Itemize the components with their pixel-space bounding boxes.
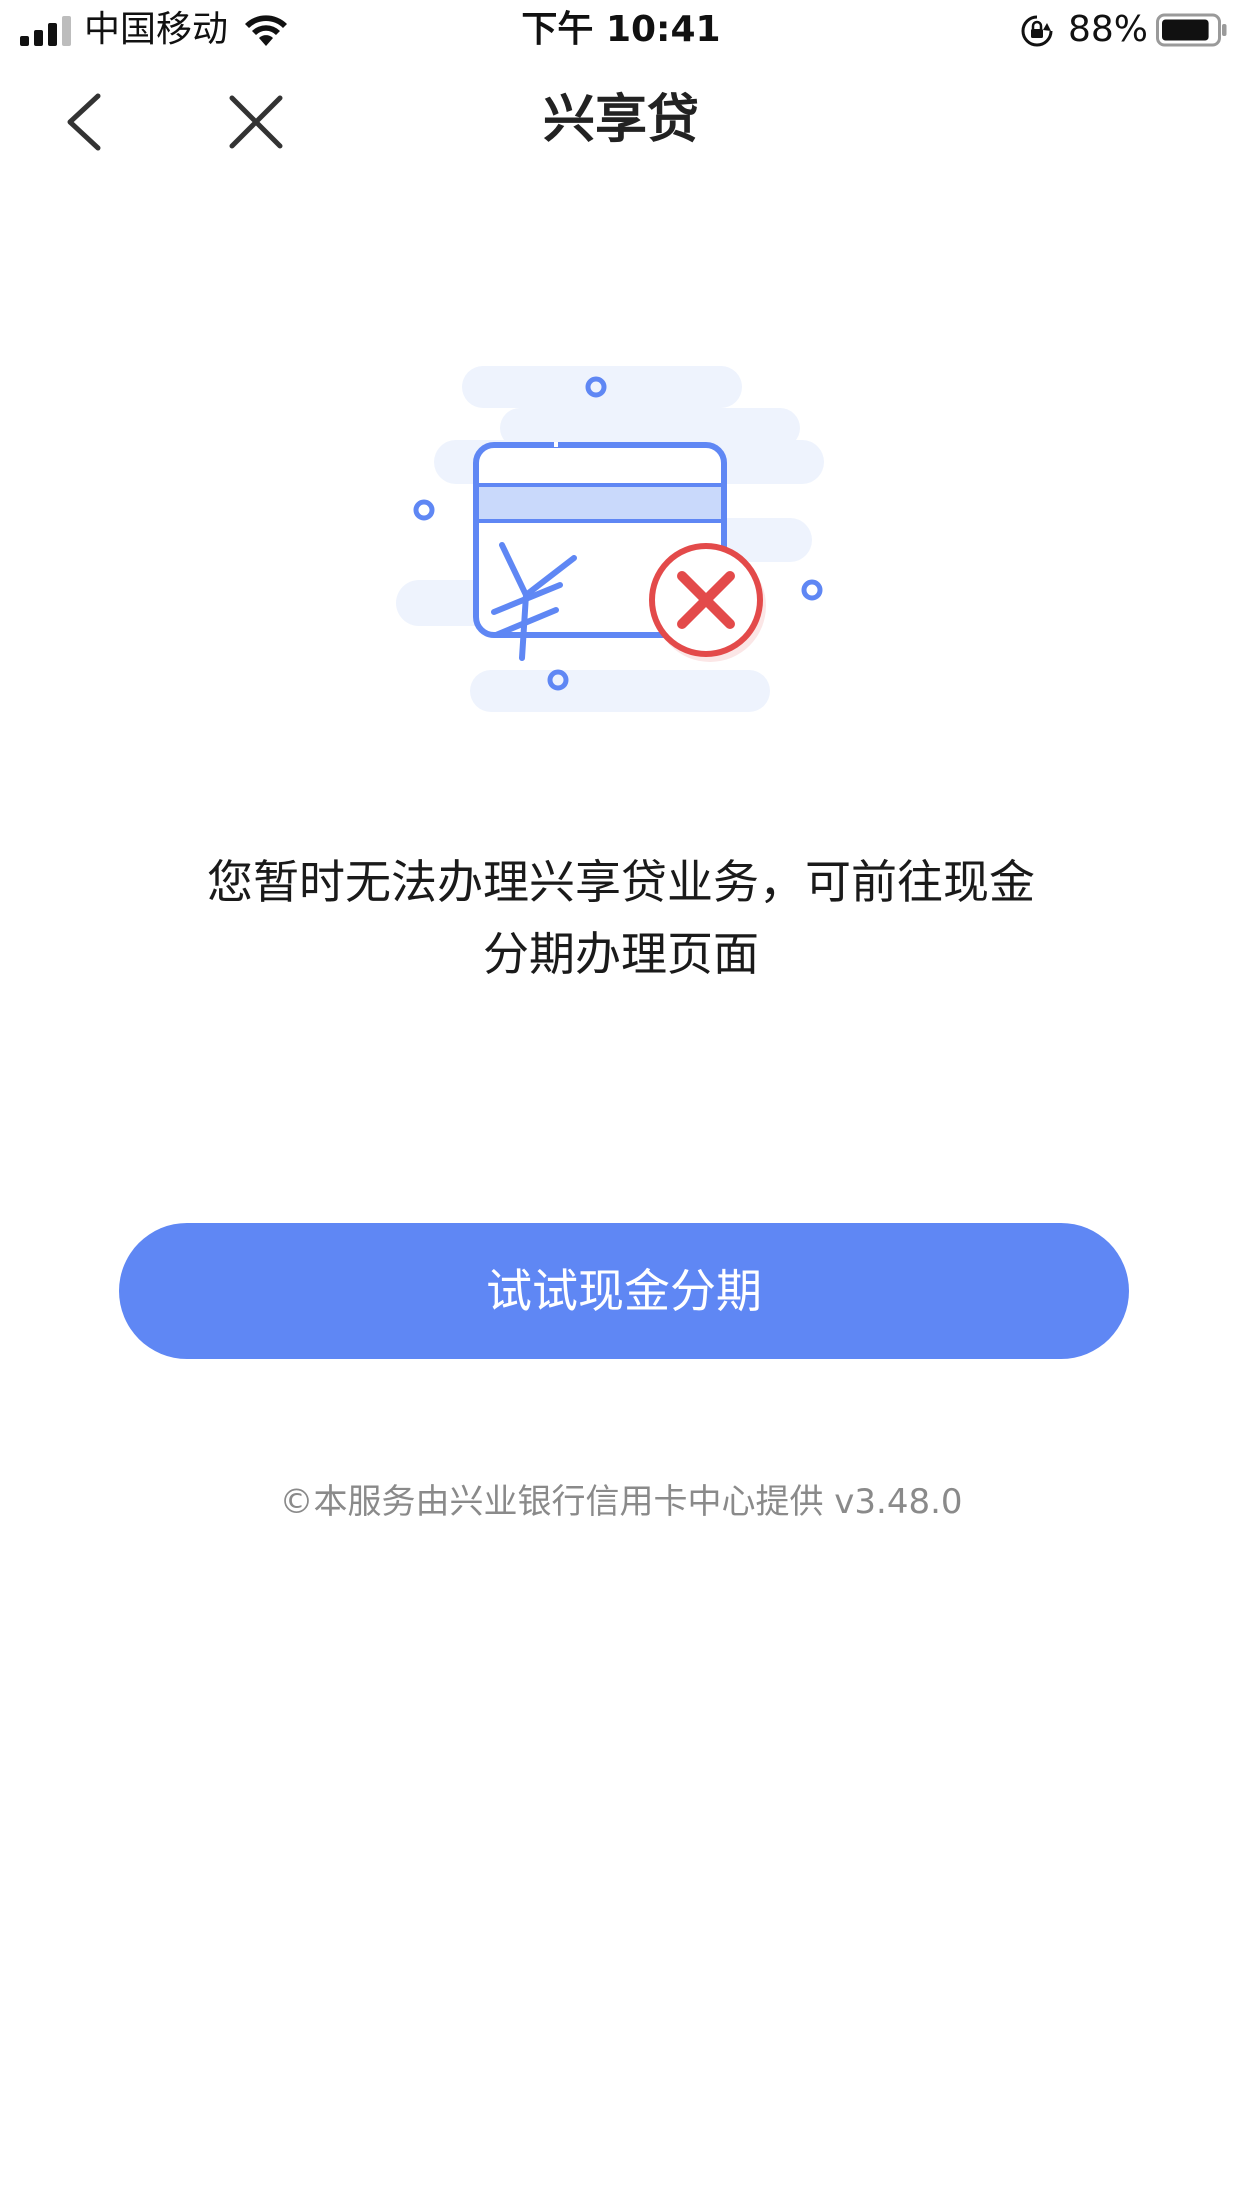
unavailable-message: 您暂时无法办理兴享贷业务，可前往现金 分期办理页面 [150, 846, 1092, 990]
credit-card-unavailable-icon [396, 366, 824, 712]
footer-copyright: ©本服务由兴业银行信用卡中心提供 v3.48.0 [279, 1482, 963, 1522]
status-time: 下午 10:41 [521, 9, 721, 50]
page-title: 兴享贷 [542, 90, 699, 150]
message-line-2: 分期办理页面 [483, 927, 759, 981]
battery-icon [1156, 13, 1227, 47]
message-line-1: 您暂时无法办理兴享贷业务，可前往现金 [207, 855, 1035, 909]
battery-percent: 88% [1068, 9, 1149, 50]
status-bar: 中国移动 下午 10:41 88% [0, 0, 1242, 62]
rotation-lock-icon [1021, 15, 1053, 47]
try-cash-installment-button[interactable]: 试试现金分期 [119, 1223, 1129, 1359]
nav-bar: 兴享贷 [0, 62, 1242, 178]
